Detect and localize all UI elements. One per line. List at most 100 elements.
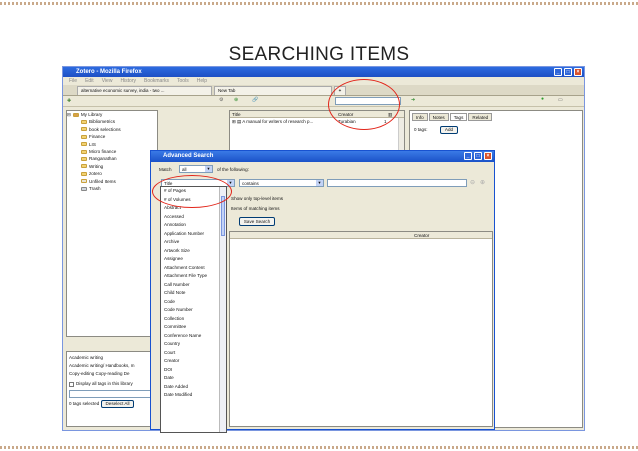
- dropdown-option[interactable]: Date Added: [161, 383, 226, 392]
- dropdown-option[interactable]: Code: [161, 298, 226, 307]
- menu-item[interactable]: Tools: [177, 77, 189, 85]
- dropdown-option[interactable]: Accessed: [161, 213, 226, 222]
- deselect-all-button[interactable]: Deselect All: [101, 400, 134, 408]
- browser-title: Zotero - Mozilla Firefox: [76, 69, 142, 75]
- menu-item[interactable]: Help: [197, 77, 207, 85]
- dropdown-option[interactable]: Attachment File Type: [161, 272, 226, 281]
- dropdown-option[interactable]: Annotation: [161, 221, 226, 230]
- dropdown-options: # of Pages # of Volumes Abstract Accessed An…: [161, 187, 226, 400]
- dropdown-option[interactable]: Court: [161, 349, 226, 358]
- dialog-title: Advanced Search: [163, 153, 214, 159]
- new-item-icon[interactable]: ⊕: [234, 97, 238, 103]
- dropdown-option[interactable]: Committee: [161, 323, 226, 332]
- tags-count-label: 0 tags:: [414, 127, 428, 132]
- collection-item[interactable]: Writing: [81, 163, 157, 170]
- new-collection-icon[interactable]: ✚: [67, 98, 71, 104]
- tab-survey[interactable]: alternative economic survey, india - two…: [77, 86, 212, 95]
- collection-item[interactable]: Bibliometrics: [81, 118, 157, 125]
- menu-item[interactable]: History: [120, 77, 136, 85]
- dialog-titlebar: Advanced Search _ □ ×: [151, 151, 494, 162]
- dropdown-scrollbar[interactable]: [219, 187, 226, 432]
- dropdown-option[interactable]: Assignee: [161, 255, 226, 264]
- add-tag-button[interactable]: Add: [440, 126, 458, 134]
- results-col-creator[interactable]: Creator: [414, 232, 429, 238]
- show-top-level-label[interactable]: Show only top-level items: [231, 196, 283, 201]
- folder-icon: [81, 157, 87, 162]
- tab-label: alternative economic survey, india - two…: [81, 88, 165, 93]
- close-button[interactable]: ×: [574, 68, 582, 76]
- collection-item[interactable]: Unfiled Items: [81, 178, 157, 185]
- link-icon[interactable]: 🔗: [252, 97, 258, 103]
- collection-item[interactable]: Micro finance: [81, 148, 157, 155]
- collection-item[interactable]: LIS: [81, 141, 157, 148]
- collection-item[interactable]: Finance: [81, 133, 157, 140]
- remove-condition-icon[interactable]: ⊖: [470, 179, 475, 186]
- tab-tags[interactable]: Tags: [449, 113, 468, 121]
- forward-icon[interactable]: ➜: [411, 97, 415, 103]
- results-pane: Creator: [229, 231, 493, 427]
- menu-item[interactable]: Bookmarks: [144, 77, 169, 85]
- add-condition-icon[interactable]: ⊕: [480, 179, 485, 186]
- menu-item[interactable]: Edit: [85, 77, 94, 85]
- zotero-toolbar: ✚ ⚙ ⊕ 🔗 ➜ ● ▭: [63, 96, 584, 107]
- collection-label: Ranganathan: [89, 156, 117, 162]
- menu-item[interactable]: File: [69, 77, 77, 85]
- menu-bar: File Edit View History Bookmarks Tools Help: [63, 77, 584, 85]
- collection-item[interactable]: book selections: [81, 126, 157, 133]
- match-suffix: of the following:: [217, 167, 249, 172]
- dropdown-option[interactable]: Date Modified: [161, 391, 226, 400]
- dropdown-option[interactable]: Artwork Size: [161, 247, 226, 256]
- dropdown-option[interactable]: Attachment Content: [161, 264, 226, 273]
- sync-icon[interactable]: ●: [541, 96, 544, 102]
- minimize-button[interactable]: _: [554, 68, 562, 76]
- tag-item[interactable]: Academic writing: [69, 354, 155, 362]
- collection-label: zotero: [89, 171, 102, 177]
- trash-icon: [81, 186, 87, 191]
- tab-related[interactable]: Related: [468, 113, 493, 121]
- tab-strip: alternative economic survey, india - two…: [63, 85, 584, 96]
- dropdown-option[interactable]: Date: [161, 374, 226, 383]
- collection-label: Writing: [89, 163, 104, 169]
- collection-item[interactable]: Trash: [81, 185, 157, 192]
- collection-list: Bibliometrics book selections Finance LIS Mi…: [67, 118, 157, 192]
- tab-new-tab[interactable]: New Tab: [214, 86, 332, 95]
- dropdown-option[interactable]: Child Note: [161, 289, 226, 298]
- library-root[interactable]: ⊟ My Library: [67, 111, 157, 118]
- dialog-minimize-button[interactable]: _: [464, 152, 472, 160]
- condition-dropdown: # of Pages # of Volumes Abstract Accessed An…: [160, 186, 227, 433]
- dropdown-option[interactable]: Archive: [161, 238, 226, 247]
- tab-notes[interactable]: Notes: [428, 113, 449, 121]
- tags-selected-label: 0 tags selected: [69, 401, 100, 406]
- dropdown-option[interactable]: Creator: [161, 357, 226, 366]
- dialog-close-button[interactable]: ×: [484, 152, 492, 160]
- operator-select[interactable]: contains ▼: [239, 179, 324, 187]
- dropdown-option[interactable]: Application Number: [161, 230, 226, 239]
- library-root-label: My Library: [80, 112, 103, 117]
- tag-item[interactable]: Copy-editing Copy-reading De: [69, 370, 155, 378]
- match-value: all: [182, 167, 187, 172]
- dropdown-option[interactable]: DOI: [161, 366, 226, 375]
- actions-icon[interactable]: ⚙: [219, 97, 223, 103]
- dropdown-option[interactable]: Code Number: [161, 306, 226, 315]
- maximize-button[interactable]: □: [564, 68, 572, 76]
- dropdown-option[interactable]: Collection: [161, 315, 226, 324]
- dropdown-option[interactable]: Country: [161, 340, 226, 349]
- search-value-input[interactable]: [327, 179, 467, 187]
- show-matching-label[interactable]: Items of matching items: [231, 206, 280, 211]
- tab-info[interactable]: Info: [412, 113, 428, 121]
- collection-label: book selections: [89, 126, 121, 132]
- tab-label: New Tab: [218, 88, 236, 93]
- menu-item[interactable]: View: [102, 77, 113, 85]
- collection-item[interactable]: Ranganathan: [81, 155, 157, 162]
- dialog-maximize-button[interactable]: □: [474, 152, 482, 160]
- dropdown-option[interactable]: Call Number: [161, 281, 226, 290]
- dropdown-option[interactable]: Conference Name: [161, 332, 226, 341]
- save-search-button[interactable]: Save Search: [239, 217, 275, 226]
- tag-filter-input[interactable]: [69, 390, 155, 398]
- match-select[interactable]: all ▼: [179, 165, 213, 173]
- collection-item[interactable]: zotero: [81, 170, 157, 177]
- display-all-row[interactable]: Display all tags in this library: [67, 380, 157, 388]
- fullscreen-icon[interactable]: ▭: [558, 97, 563, 103]
- tag-item[interactable]: Academic writing/ Handbooks, m: [69, 362, 155, 370]
- col-title[interactable]: Title: [230, 111, 338, 117]
